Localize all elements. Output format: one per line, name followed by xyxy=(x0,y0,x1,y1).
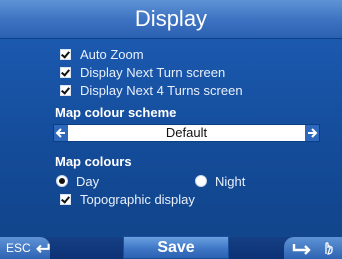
esc-button[interactable]: ESC xyxy=(0,237,50,259)
night-label: Night xyxy=(215,173,246,189)
save-button[interactable]: Save xyxy=(123,236,229,259)
arrow-left-icon xyxy=(55,128,65,138)
option-display-next-turn[interactable]: Display Next Turn screen xyxy=(60,64,225,80)
forward-arrow-icon xyxy=(292,244,311,255)
radio-night[interactable]: Night xyxy=(195,173,245,189)
auto-zoom-checkbox[interactable] xyxy=(60,48,71,60)
day-radio-button[interactable] xyxy=(56,175,68,187)
next-scheme-button[interactable] xyxy=(305,125,319,141)
previous-scheme-button[interactable] xyxy=(54,125,68,141)
map-colours-heading: Map colours xyxy=(55,154,132,169)
map-colour-scheme-value: Default xyxy=(165,125,208,140)
option-auto-zoom[interactable]: Auto Zoom xyxy=(60,46,144,62)
navigation-tab[interactable] xyxy=(284,237,342,259)
map-colour-scheme-heading: Map colour scheme xyxy=(55,105,177,120)
topographic-display-checkbox[interactable] xyxy=(60,193,71,205)
display-next-turn-checkbox[interactable] xyxy=(60,66,71,78)
esc-label: ESC xyxy=(6,241,31,255)
page-title: Display xyxy=(134,6,208,31)
map-colour-scheme-selector[interactable]: Default xyxy=(53,124,320,142)
hand-pointer-icon xyxy=(325,242,333,255)
back-arrow-icon xyxy=(35,243,50,253)
night-radio-button[interactable] xyxy=(195,175,207,187)
auto-zoom-label: Auto Zoom xyxy=(80,46,144,62)
radio-day[interactable]: Day xyxy=(56,173,99,189)
display-next-4-turns-label: Display Next 4 Turns screen xyxy=(80,82,243,98)
day-label: Day xyxy=(76,173,100,189)
option-display-next-4-turns[interactable]: Display Next 4 Turns screen xyxy=(60,82,243,98)
topographic-display-label: Topographic display xyxy=(80,191,195,207)
option-topographic-display[interactable]: Topographic display xyxy=(60,191,195,207)
display-next-turn-label: Display Next Turn screen xyxy=(80,64,226,80)
display-settings-screen: Display Auto Zoom Display Next Turn scre… xyxy=(0,0,342,259)
arrow-right-icon xyxy=(308,128,318,138)
display-next-4-turns-checkbox[interactable] xyxy=(60,84,71,96)
